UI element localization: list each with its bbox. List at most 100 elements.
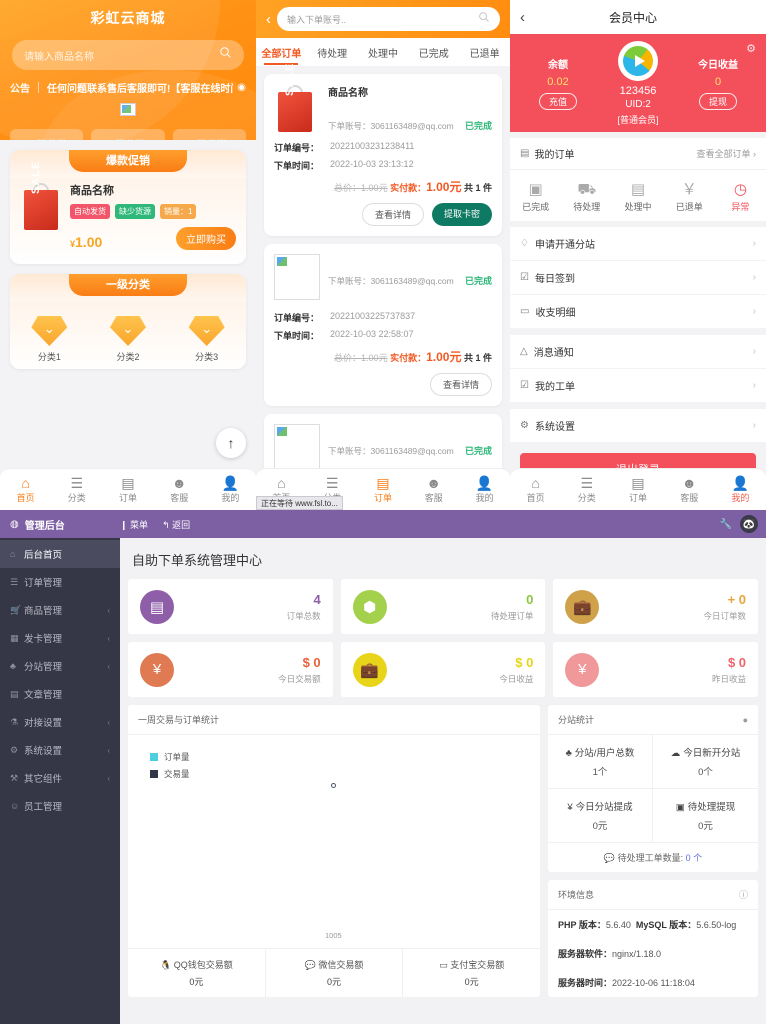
tabbar-item-orders[interactable]: ▤ 订单 bbox=[612, 475, 663, 504]
sidebar-item-substations[interactable]: ♣ 分站管理 ‹ bbox=[0, 652, 120, 680]
member-uid: UID:2 bbox=[594, 99, 682, 110]
phone-panels: 彩虹云商城 请输入商品名称 公告 任何问题联系售后客服即可!【客服在线时间 ◉ bbox=[0, 0, 766, 510]
order-state-processing[interactable]: ▤ 处理中 bbox=[612, 180, 663, 213]
menu-item-substation[interactable]: ♢ 申请开通分站 › bbox=[510, 227, 766, 261]
info-icon[interactable]: ⓘ bbox=[739, 888, 748, 901]
chevron-right-icon: › bbox=[753, 380, 756, 391]
back-icon[interactable]: ‹ bbox=[266, 11, 271, 28]
order-account: 下单账号：3061163489@qq.com bbox=[328, 445, 454, 457]
shop-search-input[interactable]: 请输入商品名称 bbox=[12, 40, 244, 70]
admin-brand[interactable]: ◍ 管理后台 bbox=[0, 517, 120, 532]
menu-item-settings[interactable]: ⚙ 系统设置 › bbox=[510, 409, 766, 443]
orders-search-input[interactable]: 输入下单账号.. bbox=[277, 7, 500, 31]
stat-card-yesterday-income[interactable]: ¥ $ 0 昨日收益 bbox=[553, 642, 758, 697]
legend-item-turnover[interactable]: 交易量 bbox=[150, 768, 190, 780]
tabbar-item-orders[interactable]: ▤ 订单 bbox=[358, 475, 409, 504]
promo-body[interactable]: SALE 商品名称 自动发货 缺少货源 销量：1 ¥1.00 bbox=[10, 178, 246, 264]
tabbar-item-support[interactable]: ☻ 客服 bbox=[408, 475, 459, 504]
stat-card-today-orders[interactable]: 💼 + 0 今日订单数 bbox=[553, 579, 758, 634]
check-square-icon: ☑ bbox=[520, 380, 529, 391]
notice-bar[interactable]: 公告 任何问题联系售后客服即可!【客服在线时间 ◉ bbox=[0, 70, 256, 95]
view-all-orders-link[interactable]: 查看全部订单 › bbox=[696, 147, 756, 160]
order-card[interactable]: SALE 商品名称 下单账号：3061163489@qq.com 已完成 订单编… bbox=[264, 74, 502, 236]
topmenu-menu[interactable]: ❙ 菜单 bbox=[120, 518, 148, 531]
substation-value: 0元 bbox=[550, 818, 650, 832]
tabbar-item-mine[interactable]: 👤 我的 bbox=[459, 475, 510, 504]
top-category-1[interactable]: 一级分类 bbox=[10, 129, 83, 140]
menu-item-notifications[interactable]: △ 消息通知 › bbox=[510, 335, 766, 369]
tabbar-item-support[interactable]: ☻ 客服 bbox=[154, 475, 205, 504]
tab-processing[interactable]: 处理中 bbox=[358, 45, 409, 60]
recharge-button[interactable]: 充值 bbox=[539, 93, 577, 110]
sidebar-item-integration[interactable]: ⚗ 对接设置 ‹ bbox=[0, 708, 120, 736]
tabbar-item-mine[interactable]: 👤 我的 bbox=[715, 475, 766, 504]
promo-tag-sales: 销量：1 bbox=[160, 204, 196, 219]
tabbar-item-category[interactable]: ☰ 分类 bbox=[561, 475, 612, 504]
stat-card-pending-orders[interactable]: ⬢ 0 待处理订单 bbox=[341, 579, 546, 634]
category-item-3[interactable]: ⌄ 分类3 bbox=[167, 316, 246, 363]
menu-item-checkin[interactable]: ☑ 每日签到 › bbox=[510, 261, 766, 295]
view-detail-button[interactable]: 查看详情 bbox=[362, 203, 424, 226]
sidebar-item-dashboard[interactable]: ⌂ 后台首页 bbox=[0, 540, 120, 568]
shop-header: 彩虹云商城 请输入商品名称 公告 任何问题联系售后客服即可!【客服在线时间 ◉ bbox=[0, 0, 256, 140]
eye-icon[interactable]: ◉ bbox=[237, 82, 246, 93]
order-no-label: 订单编号： bbox=[274, 141, 330, 154]
view-detail-button[interactable]: 查看详情 bbox=[430, 373, 492, 396]
tab-refunded[interactable]: 已退单 bbox=[459, 45, 510, 60]
tab-all-orders[interactable]: 全部订单 bbox=[256, 45, 307, 60]
avatar[interactable] bbox=[618, 41, 658, 81]
order-paid-value: 1.00元 bbox=[426, 350, 461, 364]
category-item-2[interactable]: ⌄ 分类2 bbox=[89, 316, 168, 363]
sidebar-item-staff[interactable]: ☺ 员工管理 bbox=[0, 792, 120, 820]
buy-now-button[interactable]: 立即购买 bbox=[176, 227, 236, 250]
wrench-icon[interactable]: 🔧 bbox=[720, 519, 732, 530]
tabbar-item-home[interactable]: ⌂ 首页 bbox=[0, 475, 51, 504]
avatar[interactable]: 🐼 bbox=[740, 515, 758, 533]
support-icon: ☻ bbox=[664, 475, 715, 491]
menu-item-transactions[interactable]: ▭ 收支明细 › bbox=[510, 295, 766, 329]
category-item-1[interactable]: ⌄ 分类1 bbox=[10, 316, 89, 363]
stat-value: 0 bbox=[491, 592, 534, 607]
sidebar-item-cards[interactable]: ▦ 发卡管理 ‹ bbox=[0, 624, 120, 652]
tab-pending[interactable]: 待处理 bbox=[307, 45, 358, 60]
topmenu-back[interactable]: ↰ 返回 bbox=[162, 518, 190, 531]
order-card[interactable]: 下单账号：3061163489@qq.com 已完成 订单编号： 2022100… bbox=[264, 244, 502, 406]
tabbar-item-category[interactable]: ☰ 分类 bbox=[51, 475, 102, 504]
sidebar-item-settings[interactable]: ⚙ 系统设置 ‹ bbox=[0, 736, 120, 764]
sidebar-item-articles[interactable]: ▤ 文章管理 bbox=[0, 680, 120, 708]
order-state-pending[interactable]: ⛟ 待处理 bbox=[561, 180, 612, 213]
sidebar-item-orders[interactable]: ☰ 订单管理 bbox=[0, 568, 120, 596]
payment-qq-wallet: 🐧 QQ钱包交易额 0元 bbox=[128, 949, 266, 997]
right-column: 分站统计 ● ♣分站/用户总数 1个 ☁今日新开分站 0个 bbox=[548, 705, 758, 997]
extract-card-button[interactable]: 提取卡密 bbox=[432, 203, 492, 226]
sidebar-item-products[interactable]: 🛒 商品管理 ‹ bbox=[0, 596, 120, 624]
stat-card-total-orders[interactable]: ▤ 4 订单总数 bbox=[128, 579, 333, 634]
tabbar-item-mine[interactable]: 👤 我的 bbox=[205, 475, 256, 504]
menu-group-2: △ 消息通知 › ☑ 我的工单 › bbox=[510, 335, 766, 403]
plug-icon: ⚗ bbox=[10, 717, 24, 728]
tabbar-item-home[interactable]: ⌂ 首页 bbox=[510, 475, 561, 504]
sidebar-item-components[interactable]: ⚒ 其它组件 ‹ bbox=[0, 764, 120, 792]
top-category-2[interactable]: 一级分类2 bbox=[91, 129, 164, 140]
top-category-3[interactable]: 一级分类3 bbox=[173, 129, 246, 140]
category-band-label: 一级分类 bbox=[69, 274, 187, 296]
stat-card-today-income[interactable]: 💼 $ 0 今日收益 bbox=[341, 642, 546, 697]
order-state-abnormal[interactable]: ◷ 异常 bbox=[715, 180, 766, 213]
back-to-top-button[interactable]: ↑ bbox=[216, 428, 246, 458]
order-state-refunded[interactable]: ￥ 已退单 bbox=[664, 180, 715, 213]
order-state-completed[interactable]: ▣ 已完成 bbox=[510, 180, 561, 213]
chart-data-point bbox=[331, 783, 336, 788]
stat-card-today-turnover[interactable]: ¥ $ 0 今日交易额 bbox=[128, 642, 333, 697]
promo-band: 爆款促销 bbox=[10, 150, 246, 178]
tab-completed[interactable]: 已完成 bbox=[408, 45, 459, 60]
gear-icon[interactable]: ⚙ bbox=[746, 42, 756, 55]
menu-item-tickets[interactable]: ☑ 我的工单 › bbox=[510, 369, 766, 403]
more-icon[interactable]: ● bbox=[743, 715, 748, 725]
withdraw-button[interactable]: 提现 bbox=[699, 93, 737, 110]
tabbar-item-support[interactable]: ☻ 客服 bbox=[664, 475, 715, 504]
legend-item-orders[interactable]: 订单量 bbox=[150, 751, 190, 763]
chevron-left-icon: ‹ bbox=[107, 718, 110, 727]
yen-icon: ¥ bbox=[140, 653, 174, 687]
tabbar-item-orders[interactable]: ▤ 订单 bbox=[102, 475, 153, 504]
category-item-label: 分类1 bbox=[10, 350, 89, 363]
